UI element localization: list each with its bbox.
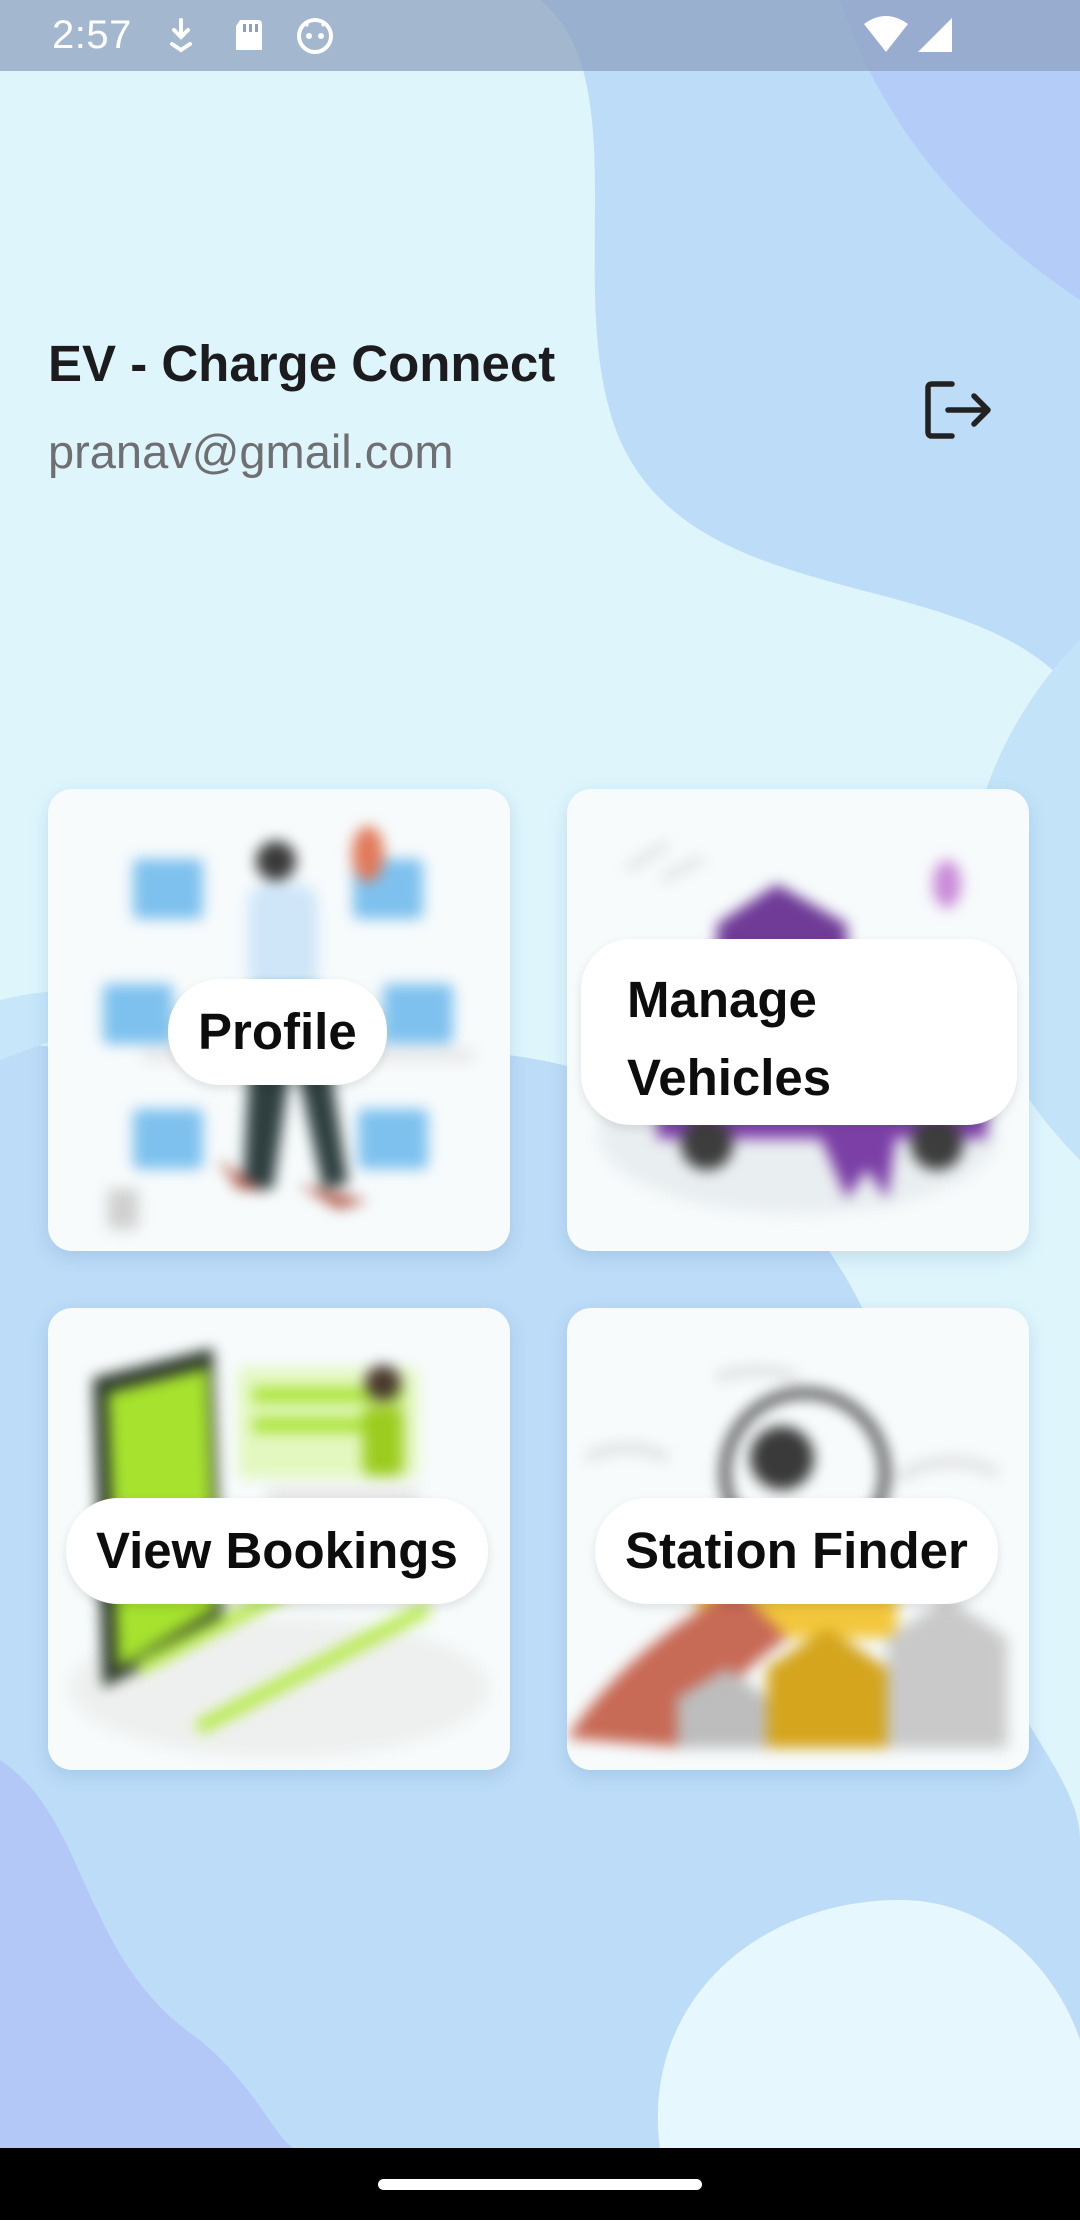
station-finder-label: Station Finder [595, 1498, 998, 1604]
manage-vehicles-label-line2: Vehicles [627, 1049, 832, 1106]
status-time: 2:57 [52, 13, 132, 57]
manage-vehicles-label: Manage Vehicles [581, 939, 1017, 1125]
cellular-signal-icon [918, 18, 952, 52]
view-bookings-card[interactable]: View Bookings [48, 1308, 510, 1770]
wifi-icon [864, 16, 908, 52]
download-icon [170, 18, 192, 53]
logout-button[interactable] [918, 370, 998, 450]
user-email: pranav@gmail.com [48, 425, 454, 478]
manage-vehicles-card[interactable]: Manage Vehicles [567, 789, 1029, 1251]
manage-vehicles-label-line1: Manage [627, 971, 817, 1028]
profile-card[interactable]: Profile [48, 789, 510, 1251]
sd-card-icon [236, 20, 262, 50]
home-indicator[interactable] [378, 2179, 702, 2190]
view-bookings-label: View Bookings [66, 1498, 488, 1604]
logout-icon [925, 381, 991, 439]
profile-label: Profile [168, 979, 387, 1085]
status-bar: 2:57 [0, 0, 1080, 71]
station-finder-card[interactable]: Station Finder [567, 1308, 1029, 1770]
app-screen: 2:57 EV - Charge Connect pranav@gmail.co… [0, 0, 1080, 2220]
app-title: EV - Charge Connect [48, 335, 556, 392]
system-navigation-bar [0, 2148, 1080, 2220]
android-debug-icon [297, 18, 333, 54]
